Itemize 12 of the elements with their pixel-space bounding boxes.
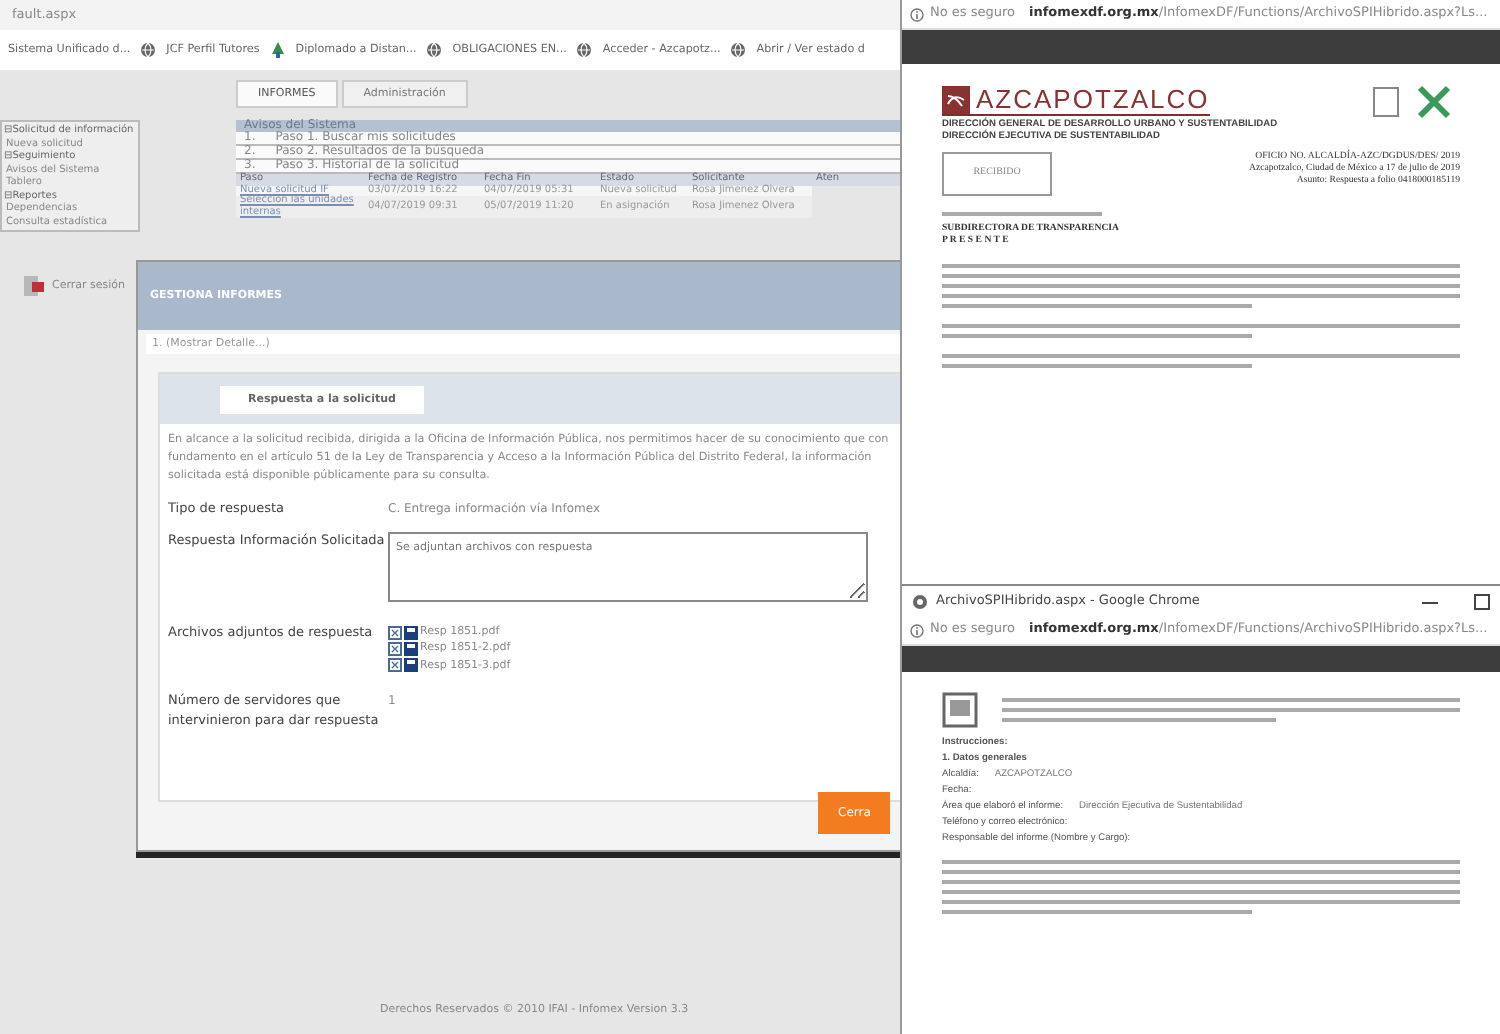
globe-icon [576, 42, 593, 58]
globe-icon [140, 42, 157, 58]
maximize-icon [1474, 593, 1490, 609]
info-icon [910, 7, 924, 21]
globe-icon [730, 42, 747, 58]
tree-icon [269, 42, 286, 58]
info-icon [910, 623, 924, 637]
door-icon [24, 276, 44, 297]
browser-icon [912, 593, 928, 609]
globe-icon [426, 42, 443, 58]
logo: AZCAPOTZALCO [942, 84, 1210, 116]
emblem-icon [942, 85, 970, 113]
